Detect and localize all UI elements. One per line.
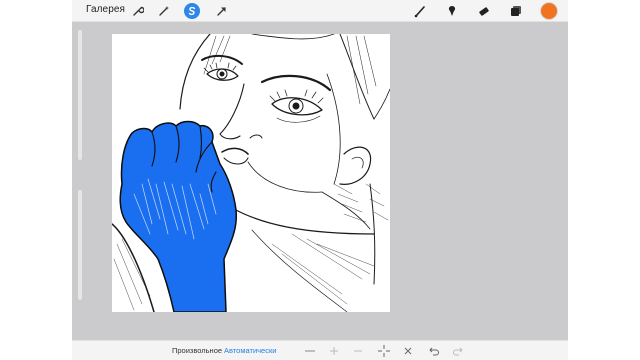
gallery-button[interactable]: Галерея <box>86 4 125 15</box>
active-color-swatch[interactable] <box>541 3 557 19</box>
minus-icon[interactable] <box>304 345 316 357</box>
selection-icon[interactable] <box>184 3 200 19</box>
transform-arrow-icon[interactable] <box>214 3 230 19</box>
procreate-app: Галерея Произвольное Автоматически <box>72 0 568 360</box>
brush-size-slider[interactable] <box>78 30 82 160</box>
minus-icon[interactable] <box>352 345 364 357</box>
eraser-icon[interactable] <box>476 3 492 19</box>
top-toolbar: Галерея <box>72 0 568 22</box>
wrench-icon[interactable] <box>130 3 146 19</box>
close-icon[interactable] <box>402 345 414 357</box>
selection-active-indicator <box>184 3 200 19</box>
artwork <box>112 34 390 312</box>
drawing-canvas[interactable] <box>112 34 390 312</box>
opacity-slider[interactable] <box>78 190 82 300</box>
layers-icon[interactable] <box>508 3 524 19</box>
undo-icon[interactable] <box>428 345 440 357</box>
crosshair-icon[interactable] <box>378 345 390 357</box>
brush-icon[interactable] <box>412 3 428 19</box>
freeform-mode-button[interactable]: Произвольное <box>172 346 222 355</box>
plus-icon[interactable] <box>328 345 340 357</box>
smudge-icon[interactable] <box>444 3 460 19</box>
redo-icon[interactable] <box>452 345 464 357</box>
automatic-mode-button[interactable]: Автоматически <box>224 346 276 355</box>
bottom-toolbar: Произвольное Автоматически <box>72 340 568 360</box>
magic-wand-icon[interactable] <box>156 3 172 19</box>
sidebar-sliders <box>78 30 82 330</box>
